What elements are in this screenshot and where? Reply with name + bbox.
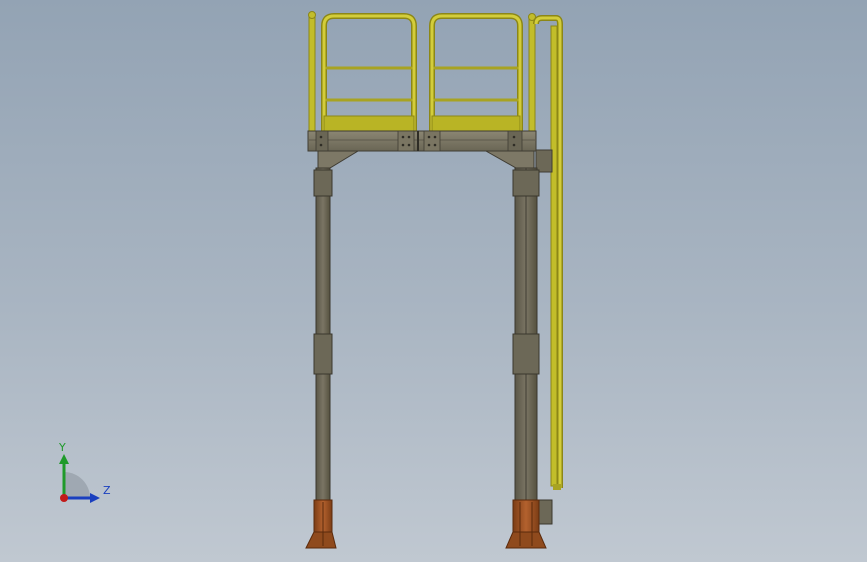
ladder-rail bbox=[533, 15, 563, 490]
deck-frame bbox=[307, 130, 537, 152]
z-axis-label: Z bbox=[103, 484, 111, 497]
right-guardrail bbox=[429, 13, 523, 135]
left-base-plate bbox=[305, 499, 337, 549]
orientation-triad[interactable]: Y Z bbox=[50, 440, 120, 510]
left-leg bbox=[313, 167, 333, 501]
graphics-viewport[interactable]: Y Z bbox=[0, 0, 867, 562]
corner-posts bbox=[308, 11, 536, 133]
platform-model[interactable] bbox=[0, 0, 867, 562]
right-leg bbox=[512, 167, 553, 525]
left-guardrail bbox=[321, 13, 417, 135]
x-axis-origin-icon bbox=[60, 494, 68, 502]
y-axis-label: Y bbox=[59, 441, 66, 454]
